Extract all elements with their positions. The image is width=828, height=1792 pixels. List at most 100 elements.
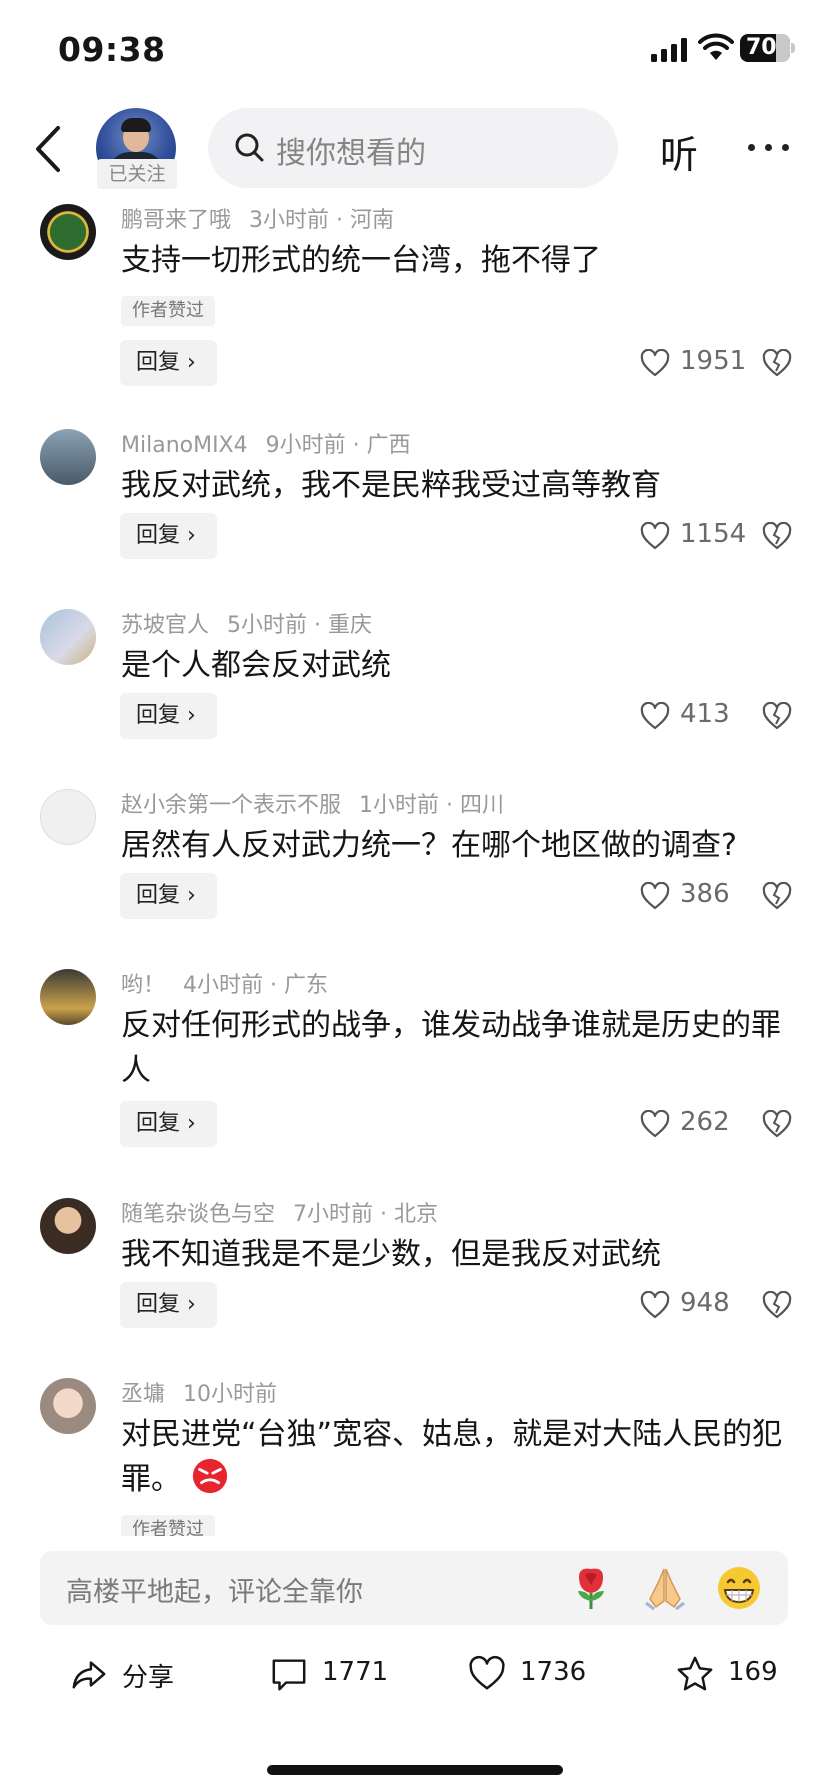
commenter-name[interactable]: 丞墉: [121, 1382, 165, 1407]
like-count: 262: [680, 1107, 730, 1137]
dislike-icon[interactable]: [762, 1291, 792, 1319]
angry-face-emoji-icon: [192, 1458, 227, 1494]
reply-button[interactable]: 回复 ›: [120, 340, 217, 386]
comment-time: 7小时前: [293, 1202, 374, 1227]
comment-meta: 哟！ 4小时前 · 广东: [121, 967, 328, 999]
comment-time: 4小时前: [183, 973, 264, 998]
rose-icon[interactable]: [566, 1563, 616, 1613]
like-count: 413: [680, 699, 730, 729]
comment-time: 5小时前: [227, 613, 308, 638]
commenter-avatar[interactable]: [40, 1378, 96, 1434]
search-box[interactable]: 搜你想看的: [208, 108, 618, 188]
commenter-name[interactable]: 哟！: [121, 973, 165, 998]
reply-label: 回复: [136, 883, 181, 908]
commenter-name[interactable]: 随笔杂谈色与空: [121, 1202, 275, 1227]
status-time: 09:38: [58, 30, 166, 69]
more-options-icon[interactable]: [748, 144, 790, 154]
share-icon: [72, 1661, 106, 1689]
reply-label: 回复: [136, 1111, 181, 1136]
author-liked-tag: 作者赞过: [121, 1515, 215, 1536]
like-icon[interactable]: [640, 349, 670, 377]
comment-location: · 广东: [270, 973, 329, 998]
reply-label: 回复: [136, 523, 181, 548]
commenter-avatar[interactable]: [40, 1198, 96, 1254]
comment-time: 3小时前: [249, 208, 330, 233]
battery-level: 70: [746, 35, 777, 60]
dislike-icon[interactable]: [762, 1110, 792, 1138]
commenter-avatar[interactable]: [40, 429, 96, 485]
like-count: 386: [680, 879, 730, 909]
like-icon[interactable]: [640, 1110, 670, 1138]
cellular-signal-icon: [651, 38, 687, 62]
commenter-avatar[interactable]: [40, 204, 96, 260]
comment-item: 哟！ 4小时前 · 广东 反对任何形式的战争，谁发动战争谁就是历史的罪人 回复 ›…: [0, 961, 828, 1166]
reply-label: 回复: [136, 1292, 181, 1317]
dislike-icon[interactable]: [762, 522, 792, 550]
comments-button[interactable]: 1771: [270, 1653, 390, 1697]
favorites-count: 169: [728, 1657, 778, 1687]
comment-item: 丞墉 10小时前 对民进党“台独”宽容、姑息，就是对大陆人民的犯罪。 作者赞过: [0, 1370, 828, 1536]
like-icon[interactable]: [640, 702, 670, 730]
comment-item: MilanoMIX4 9小时前 · 广西 我反对武统，我不是民粹我受过高等教育 回…: [0, 421, 828, 581]
comment-meta: 随笔杂谈色与空 7小时前 · 北京: [121, 1196, 438, 1228]
commenter-name[interactable]: 苏坡官人: [121, 613, 209, 638]
reply-button[interactable]: 回复 ›: [120, 693, 217, 739]
commenter-avatar[interactable]: [40, 609, 96, 665]
listen-button[interactable]: 听: [660, 124, 698, 179]
commenter-avatar[interactable]: [40, 789, 96, 845]
star-icon: [677, 1656, 713, 1691]
heart-icon: [469, 1655, 505, 1690]
comment-text: 反对任何形式的战争，谁发动战争谁就是历史的罪人: [121, 1008, 781, 1088]
comment-text: 支持一切形式的统一台湾，拖不得了: [121, 243, 601, 278]
commenter-name[interactable]: 鹏哥来了哦: [121, 208, 231, 233]
comment-input-placeholder: 高楼平地起，评论全靠你: [66, 1577, 363, 1608]
folded-hands-icon[interactable]: [640, 1563, 690, 1613]
favorite-button[interactable]: 169: [676, 1653, 786, 1697]
comment-text: 我不知道我是不是少数，但是我反对武统: [121, 1237, 661, 1272]
author-liked-tag: 作者赞过: [121, 296, 215, 326]
home-indicator[interactable]: [267, 1765, 563, 1775]
search-placeholder: 搜你想看的: [276, 136, 426, 171]
dislike-icon[interactable]: [762, 882, 792, 910]
comment-item: 苏坡官人 5小时前 · 重庆 是个人都会反对武统 回复 › 413: [0, 601, 828, 761]
comment-location: · 重庆: [314, 613, 373, 638]
comment-text: 我反对武统，我不是民粹我受过高等教育: [121, 468, 661, 503]
comment-text: 居然有人反对武力统一？在哪个地区做的调查?: [121, 828, 737, 863]
dislike-icon[interactable]: [762, 702, 792, 730]
comment-icon: [272, 1659, 306, 1691]
reply-button[interactable]: 回复 ›: [120, 1282, 217, 1328]
like-count: 1951: [680, 346, 747, 376]
like-icon[interactable]: [640, 1291, 670, 1319]
comment-time: 1小时前: [359, 793, 440, 818]
back-arrow-icon[interactable]: [30, 124, 66, 174]
comment-meta: 赵小余第一个表示不服 1小时前 · 四川: [121, 787, 504, 819]
wifi-icon: [698, 33, 734, 60]
comment-meta: 鹏哥来了哦 3小时前 · 河南: [121, 202, 394, 234]
like-icon[interactable]: [640, 522, 670, 550]
followed-badge[interactable]: 已关注: [97, 159, 177, 189]
comments-count: 1771: [322, 1657, 389, 1687]
commenter-name[interactable]: MilanoMIX4: [121, 433, 248, 458]
comment-input[interactable]: 高楼平地起，评论全靠你: [40, 1551, 788, 1625]
comment-text: 对民进党“台独”宽容、姑息，就是对大陆人民的犯罪。: [121, 1412, 801, 1502]
battery-cap: [791, 43, 795, 53]
comment-item: 鹏哥来了哦 3小时前 · 河南 支持一切形式的统一台湾，拖不得了 作者赞过 回复 …: [0, 196, 828, 396]
like-video-button[interactable]: 1736: [468, 1653, 598, 1697]
share-label: 分享: [122, 1663, 175, 1693]
battery-icon: 70: [740, 34, 790, 62]
comment-list[interactable]: 鹏哥来了哦 3小时前 · 河南 支持一切形式的统一台湾，拖不得了 作者赞过 回复 …: [0, 196, 828, 1536]
dislike-icon[interactable]: [762, 349, 792, 377]
comment-time: 9小时前: [265, 433, 346, 458]
like-icon[interactable]: [640, 882, 670, 910]
share-button[interactable]: 分享: [70, 1653, 190, 1697]
reply-button[interactable]: 回复 ›: [120, 873, 217, 919]
commenter-avatar[interactable]: [40, 969, 96, 1025]
grin-icon[interactable]: [714, 1563, 764, 1613]
comment-item: 赵小余第一个表示不服 1小时前 · 四川 居然有人反对武力统一？在哪个地区做的调查…: [0, 781, 828, 941]
reply-label: 回复: [136, 350, 181, 375]
commenter-name[interactable]: 赵小余第一个表示不服: [121, 793, 341, 818]
reply-button[interactable]: 回复 ›: [120, 513, 217, 559]
reply-button[interactable]: 回复 ›: [120, 1101, 217, 1147]
comment-location: · 四川: [446, 793, 505, 818]
comment-location: · 北京: [380, 1202, 439, 1227]
